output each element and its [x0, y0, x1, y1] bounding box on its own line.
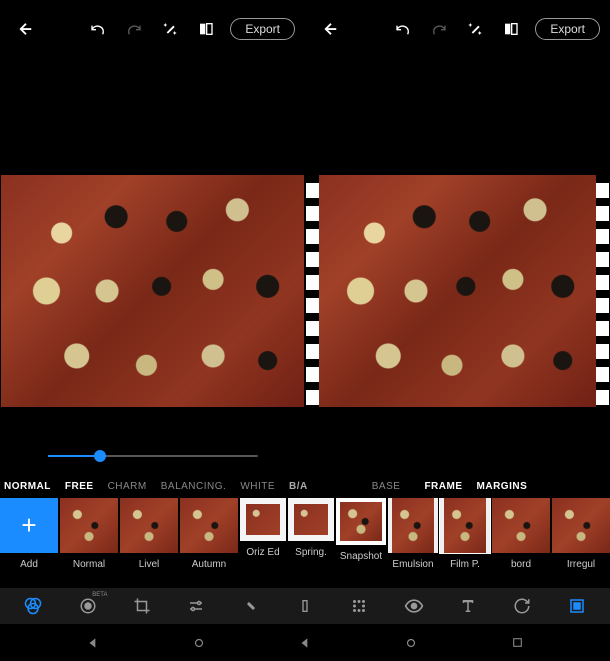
preset-label: Spring.	[295, 547, 327, 558]
text-tool-icon[interactable]	[446, 588, 490, 624]
category-tab[interactable]: BASE	[372, 481, 401, 492]
eye-tool-icon[interactable]	[392, 588, 436, 624]
category-tabs: NORMAL FREE CHARM BALANCING. WHITE B/A B…	[0, 476, 610, 496]
magic-wand-icon[interactable]	[152, 11, 188, 47]
preset-item[interactable]: Oriz Ed	[240, 498, 286, 558]
export-button[interactable]: Export	[230, 18, 295, 40]
intensity-slider[interactable]	[0, 440, 305, 472]
compare-icon[interactable]	[493, 11, 529, 47]
crop-tool-icon[interactable]	[120, 588, 164, 624]
filters-tool-icon[interactable]	[11, 588, 55, 624]
slider-fill	[48, 455, 101, 457]
presets-row: + Add Normal Livel Autumn Oriz Ed Spring…	[0, 498, 610, 580]
tool-bar: BETA	[0, 588, 610, 624]
image-preview	[319, 175, 596, 407]
preset-label: Emulsion	[392, 559, 433, 570]
auto-tool-icon[interactable]: BETA	[66, 588, 110, 624]
preset-label: Normal	[73, 559, 105, 570]
preset-label: Film P.	[450, 559, 480, 570]
preset-label: Snapshot	[340, 551, 382, 562]
nav-back-icon[interactable]	[68, 624, 118, 661]
preview-area	[0, 58, 610, 438]
redo-icon[interactable]	[116, 11, 152, 47]
beta-badge: BETA	[92, 592, 107, 598]
category-tab[interactable]: MARGINS	[477, 481, 528, 492]
redo-icon[interactable]	[421, 11, 457, 47]
magic-wand-icon[interactable]	[457, 11, 493, 47]
nav-home-icon[interactable]	[386, 624, 436, 661]
nav-back-icon[interactable]	[280, 624, 330, 661]
compare-icon[interactable]	[188, 11, 224, 47]
blur-tool-icon[interactable]	[337, 588, 381, 624]
undo-icon[interactable]	[385, 11, 421, 47]
plus-icon: +	[0, 498, 58, 553]
category-tab[interactable]: B/A	[289, 481, 308, 492]
back-icon[interactable]	[8, 11, 44, 47]
preset-item[interactable]: Film P.	[440, 498, 490, 570]
adjust-tool-icon[interactable]	[174, 588, 218, 624]
category-tab[interactable]: BALANCING.	[161, 481, 227, 492]
preset-label: Irregul	[567, 559, 595, 570]
export-button[interactable]: Export	[535, 18, 600, 40]
category-tab[interactable]: NORMAL	[4, 481, 51, 492]
category-tab[interactable]: WHITE	[240, 481, 275, 492]
preset-label: Autumn	[192, 559, 226, 570]
image-preview	[1, 175, 304, 407]
slider-thumb[interactable]	[94, 450, 106, 462]
heal-tool-icon[interactable]	[229, 588, 273, 624]
preview-before[interactable]	[0, 175, 305, 407]
preset-label: Add	[20, 559, 38, 570]
category-tab[interactable]: CHARM	[108, 481, 147, 492]
preset-item[interactable]: Emulsion	[388, 498, 438, 570]
refresh-tool-icon[interactable]	[500, 588, 544, 624]
preset-label: Livel	[139, 559, 160, 570]
add-preset-button[interactable]: + Add	[0, 498, 58, 570]
preset-label: bord	[511, 559, 531, 570]
preset-item[interactable]: Livel	[120, 498, 178, 570]
android-nav-bar	[0, 624, 610, 661]
category-tab[interactable]: FRAME	[424, 481, 462, 492]
frame-tool-icon[interactable]	[555, 588, 599, 624]
preview-after[interactable]	[305, 175, 610, 407]
preset-label: Oriz Ed	[246, 547, 279, 558]
back-icon[interactable]	[313, 11, 349, 47]
preset-item[interactable]: Snapshot	[336, 498, 386, 562]
nav-home-icon[interactable]	[174, 624, 224, 661]
undo-icon[interactable]	[80, 11, 116, 47]
preset-item[interactable]: Autumn	[180, 498, 238, 570]
category-tab[interactable]: FREE	[65, 481, 94, 492]
preset-item[interactable]: bord	[492, 498, 550, 570]
preset-item[interactable]: Normal	[60, 498, 118, 570]
preset-item[interactable]: Irregul	[552, 498, 610, 570]
nav-recent-icon[interactable]	[492, 624, 542, 661]
preset-item[interactable]: Spring.	[288, 498, 334, 558]
detail-tool-icon[interactable]	[283, 588, 327, 624]
